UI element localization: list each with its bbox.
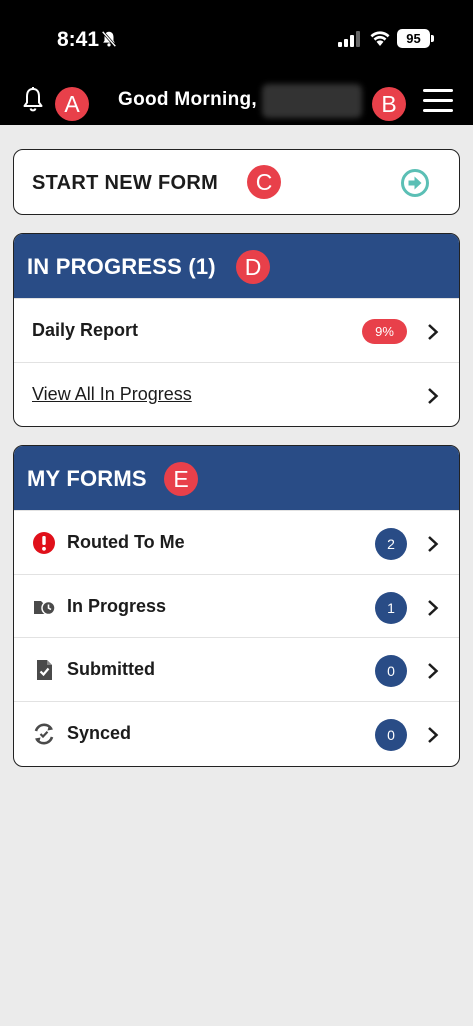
submitted-row[interactable]: Submitted 0 <box>14 637 459 701</box>
in-progress-label: In Progress <box>67 595 167 616</box>
hamburger-menu-icon[interactable] <box>423 89 455 112</box>
greeting-text: Good Morning, <box>118 89 257 110</box>
battery-icon: 95 <box>397 29 430 48</box>
callout-e: E <box>164 462 198 496</box>
arrow-right-circle-icon <box>401 169 429 197</box>
chevron-right-icon <box>428 726 439 743</box>
status-bar: 8:41 95 <box>0 0 473 72</box>
form-clock-icon <box>34 600 56 615</box>
daily-report-row[interactable]: Daily Report 9% <box>14 298 459 362</box>
redacted-user-name <box>262 84 362 118</box>
bell-icon[interactable] <box>20 86 46 114</box>
daily-report-label: Daily Report <box>32 320 139 340</box>
chevron-right-icon <box>428 536 439 552</box>
callout-a: A <box>55 87 89 121</box>
callout-c: C <box>247 165 281 199</box>
alert-circle-icon <box>33 532 55 554</box>
synced-row[interactable]: Synced 0 <box>14 700 459 765</box>
chevron-right-icon <box>428 663 439 679</box>
bell-slash-icon <box>101 30 117 48</box>
routed-count-badge: 2 <box>375 528 407 560</box>
in-progress-title: IN PROGRESS (1) <box>27 254 216 279</box>
callout-d: D <box>236 250 270 284</box>
sync-check-icon <box>34 723 54 744</box>
routed-to-me-label: Routed To Me <box>67 532 185 552</box>
view-all-in-progress-row[interactable]: View All In Progress <box>14 361 459 426</box>
callout-b: B <box>372 87 406 121</box>
in-progress-card: IN PROGRESS (1) D Daily Report 9% View A… <box>13 233 460 427</box>
battery-tip <box>431 35 434 42</box>
status-time: 8:41 <box>57 28 100 51</box>
view-all-in-progress-link[interactable]: View All In Progress <box>32 384 192 405</box>
signal-icon <box>338 31 360 47</box>
chevron-right-icon <box>428 324 439 340</box>
start-new-form-label: START NEW FORM <box>32 172 219 194</box>
submitted-count-badge: 0 <box>375 655 407 687</box>
submitted-label: Submitted <box>67 659 155 679</box>
synced-count-badge: 0 <box>375 718 407 751</box>
routed-to-me-row[interactable]: Routed To Me 2 <box>14 510 459 574</box>
my-forms-card: MY FORMS E Routed To Me 2 In Progress 1 <box>13 445 460 767</box>
in-progress-row[interactable]: In Progress 1 <box>14 573 459 638</box>
app-header: A Good Morning, B <box>0 72 473 125</box>
chevron-right-icon <box>428 599 439 616</box>
in-progress-count-badge: 1 <box>375 591 407 624</box>
my-forms-title: MY FORMS <box>27 466 147 491</box>
progress-percent-badge: 9% <box>362 319 407 344</box>
chevron-right-icon <box>428 387 439 404</box>
in-progress-header: IN PROGRESS (1) D <box>14 234 459 298</box>
my-forms-header: MY FORMS E <box>14 446 459 510</box>
start-new-form-button[interactable]: START NEW FORM C <box>13 149 460 215</box>
synced-label: Synced <box>67 722 132 743</box>
document-check-icon <box>37 660 52 680</box>
wifi-icon <box>370 31 390 46</box>
